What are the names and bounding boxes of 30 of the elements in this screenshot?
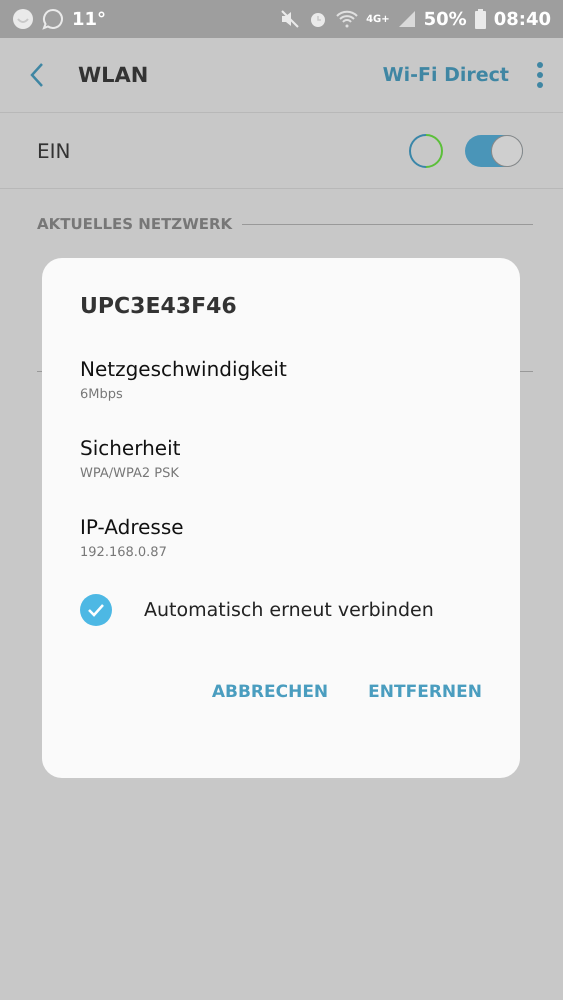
detail-label: Netzgeschwindigkeit <box>80 357 288 381</box>
detail-value: 6Mbps <box>80 387 124 402</box>
wlan-toggle[interactable] <box>465 134 523 166</box>
network-type-text: 4G+ <box>366 14 390 24</box>
back-icon[interactable] <box>30 62 44 88</box>
signal-icon <box>398 10 416 28</box>
detail-value: WPA/WPA2 PSK <box>80 466 180 481</box>
check-icon <box>87 603 105 617</box>
detail-value: 192.168.0.87 <box>80 545 168 560</box>
dialog-button[interactable]: ENTFERNEN <box>368 678 482 706</box>
battery-percent-text: 50% <box>424 8 467 30</box>
wifi-icon <box>336 10 358 28</box>
wifi-direct-button[interactable]: Wi-Fi Direct <box>378 60 513 90</box>
clock-text: 08:40 <box>494 8 551 30</box>
battery-icon <box>474 9 486 29</box>
section-header: AKTUELLES NETZWERK <box>37 215 232 233</box>
chat-bubble-icon <box>42 8 64 30</box>
loading-spinner-icon <box>409 134 443 168</box>
checkbox-label: Automatisch erneut verbinden <box>144 599 434 621</box>
detail-label: IP-Adresse <box>80 515 185 539</box>
temperature-text: 11° <box>72 8 106 30</box>
screen-title: WLAN <box>78 63 150 87</box>
detail-label: Sicherheit <box>80 436 182 460</box>
face-icon <box>12 8 34 30</box>
checkbox[interactable] <box>80 594 112 626</box>
more-options-icon[interactable] <box>537 62 543 88</box>
dialog-title: UPC3E43F46 <box>80 294 238 319</box>
wlan-status-label: EIN <box>37 138 72 162</box>
dialog-button[interactable]: ABBRECHEN <box>212 678 328 706</box>
mute-icon <box>280 9 300 29</box>
